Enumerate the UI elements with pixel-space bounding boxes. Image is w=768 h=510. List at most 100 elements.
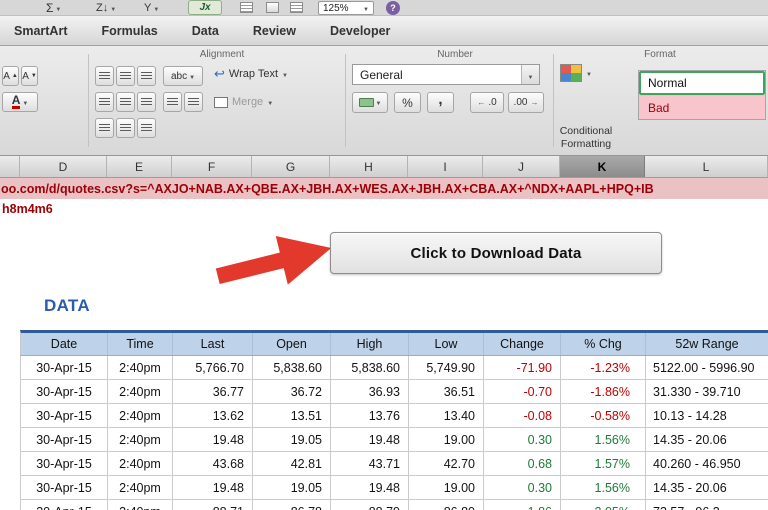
table-cell[interactable]: 31.330 - 39.710 [646,380,768,403]
table-cell[interactable]: 5,766.70 [173,356,253,379]
table-cell[interactable]: 5,838.60 [331,356,409,379]
table-cell[interactable]: 86.80 [409,500,484,510]
table-cell[interactable]: 2:40pm [108,428,173,451]
data-section-title[interactable]: DATA [44,296,90,316]
table-header-time[interactable]: Time [108,333,173,355]
table-cell[interactable]: -0.58% [561,404,646,427]
abc-orientation-button[interactable]: abc [163,66,203,86]
filter-button[interactable]: Y [144,0,159,15]
increase-decimal-button[interactable]: .00 [508,92,544,113]
table-cell[interactable]: -0.70 [484,380,561,403]
table-cell[interactable]: 2:40pm [108,380,173,403]
table-cell[interactable]: 2:40pm [108,500,173,510]
table-cell[interactable]: 0.68 [484,452,561,475]
table-cell[interactable]: 19.05 [253,428,331,451]
table-cell[interactable]: 2:40pm [108,356,173,379]
alignment-button[interactable] [95,92,114,112]
column-header-D[interactable]: D [20,156,107,177]
shrink-font-button[interactable]: A▼ [21,66,38,86]
style-bad[interactable]: Bad [639,95,765,119]
table-cell[interactable]: 10.13 - 14.28 [646,404,768,427]
help-button[interactable]: ? [386,1,400,15]
table-cell[interactable]: -1.23% [561,356,646,379]
table-cell[interactable]: 30-Apr-15 [21,428,108,451]
table-cell[interactable]: 36.77 [173,380,253,403]
table-header-52w-range[interactable]: 52w Range [646,333,768,355]
column-header-K[interactable]: K [560,156,645,177]
alignment-button[interactable] [116,92,135,112]
style-normal[interactable]: Normal [639,71,765,95]
alignment-button[interactable] [137,92,156,112]
table-cell[interactable]: 1.56% [561,428,646,451]
table-cell[interactable]: 36.72 [253,380,331,403]
table-cell[interactable]: 2:40pm [108,452,173,475]
table-cell[interactable]: 42.70 [409,452,484,475]
table-header-change[interactable]: Change [484,333,561,355]
table-cell[interactable]: 73.57 - 96.2 [646,500,768,510]
table-cell[interactable]: 30-Apr-15 [21,356,108,379]
table-cell[interactable]: 14.35 - 20.06 [646,428,768,451]
table-header-high[interactable]: High [331,333,409,355]
table-cell[interactable]: 40.260 - 46.950 [646,452,768,475]
table-cell[interactable]: 13.51 [253,404,331,427]
number-format-select[interactable]: General [352,64,540,85]
alignment-button[interactable] [137,118,156,138]
table-cell[interactable]: 86.78 [253,500,331,510]
table-cell[interactable]: 13.62 [173,404,253,427]
table-cell[interactable]: 1.86 [484,500,561,510]
autosum-button[interactable]: Σ [46,0,61,15]
table-cell[interactable]: 2.05% [561,500,646,510]
table-cell[interactable]: 5122.00 - 5996.90 [646,356,768,379]
merge-button[interactable]: Merge [214,96,273,108]
conditional-formatting-button[interactable] [560,64,592,82]
alignment-button[interactable] [116,66,135,86]
table-cell[interactable]: -1.86% [561,380,646,403]
table-cell[interactable]: 19.48 [173,428,253,451]
table-header-last[interactable]: Last [173,333,253,355]
tab-smartart[interactable]: SmartArt [14,24,68,38]
table-header-open[interactable]: Open [253,333,331,355]
table-cell[interactable]: 0.30 [484,476,561,499]
column-header-E[interactable]: E [107,156,172,177]
alignment-button[interactable] [116,118,135,138]
download-data-button[interactable]: Click to Download Data [330,232,662,274]
insert-function-button[interactable]: Jx [188,0,222,15]
table-cell[interactable]: 30-Apr-15 [21,452,108,475]
table-header-date[interactable]: Date [21,333,108,355]
table-cell[interactable]: 13.40 [409,404,484,427]
table-cell[interactable]: 14.35 - 20.06 [646,476,768,499]
column-header-G[interactable]: G [252,156,330,177]
table-cell[interactable]: 36.51 [409,380,484,403]
column-header-H[interactable]: H [330,156,408,177]
wrap-text-button[interactable]: ↩ Wrap Text [214,68,288,80]
table-cell[interactable]: 5,749.90 [409,356,484,379]
table-cell[interactable]: 43.68 [173,452,253,475]
table-cell[interactable]: 1.56% [561,476,646,499]
table-cell[interactable]: 19.05 [253,476,331,499]
table-cell[interactable]: 2:40pm [108,476,173,499]
table-cell[interactable]: 88.79 [331,500,409,510]
table-cell[interactable]: 19.48 [331,476,409,499]
table-cell[interactable]: 30-Apr-15 [21,500,108,510]
paste-button[interactable] [290,0,303,15]
grow-font-button[interactable]: A▲ [2,66,19,86]
tab-formulas[interactable]: Formulas [102,24,158,38]
table-cell[interactable]: 0.30 [484,428,561,451]
table-cell[interactable]: 30-Apr-15 [21,380,108,403]
table-cell[interactable]: 42.81 [253,452,331,475]
column-header-F[interactable]: F [172,156,252,177]
percent-format-button[interactable]: % [394,92,421,113]
table-cell[interactable]: -71.90 [484,356,561,379]
font-color-button[interactable]: A [2,92,38,112]
tab-review[interactable]: Review [253,24,296,38]
column-header-stub[interactable] [0,156,20,177]
table-cell[interactable]: 19.00 [409,476,484,499]
indent-button[interactable] [184,92,203,112]
gallery-button[interactable] [240,0,253,15]
tab-data[interactable]: Data [192,24,219,38]
table-cell[interactable]: 88.71 [173,500,253,510]
indent-button[interactable] [163,92,182,112]
table-header--chg[interactable]: % Chg [561,333,646,355]
alignment-button[interactable] [137,66,156,86]
zoom-control[interactable]: 125% [318,1,374,15]
